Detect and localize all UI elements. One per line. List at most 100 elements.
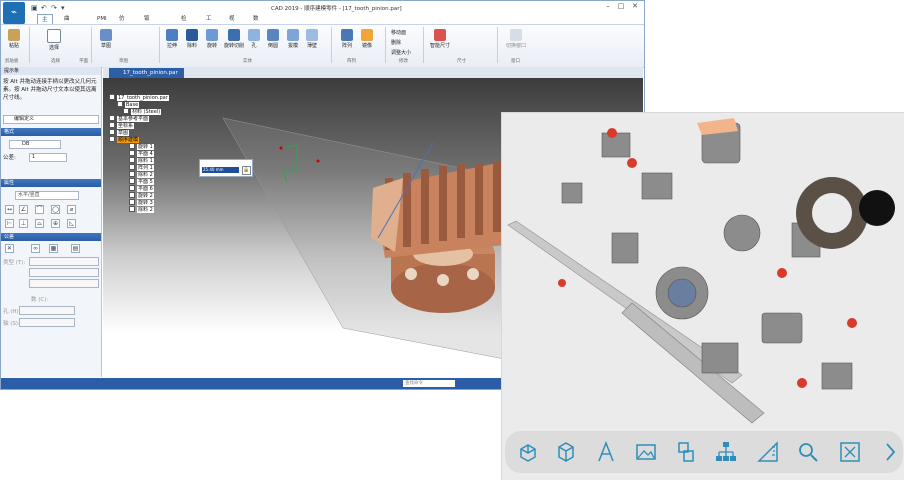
tree-node[interactable]: 除料 1: [129, 157, 154, 164]
edit-definition-bar[interactable]: 编辑定义: [3, 115, 99, 124]
tree-node[interactable]: 顺序建模: [109, 136, 140, 143]
close-button[interactable]: ✕: [630, 2, 640, 12]
hole-select[interactable]: [19, 306, 75, 315]
minimize-button[interactable]: –: [603, 2, 613, 12]
dim-angle-button[interactable]: ∠: [19, 205, 28, 214]
tab-sheetmetal[interactable]: 钣金设计: [144, 14, 150, 52]
dim-coord-button[interactable]: ⊕: [51, 219, 60, 228]
parts-icon[interactable]: [673, 439, 699, 465]
extrude-button[interactable]: 拉伸: [163, 29, 181, 49]
tree-node[interactable]: 17_tooth_pinion.par: [109, 94, 169, 101]
cube-explode-icon[interactable]: [515, 439, 541, 465]
thin-wall-button[interactable]: 薄壁: [304, 29, 320, 49]
tab-data-management[interactable]: 数据管理: [253, 14, 259, 52]
move-face-button[interactable]: 移动面: [391, 29, 417, 36]
ribbon-separator: [91, 27, 92, 63]
axis-select[interactable]: [19, 318, 75, 327]
dim-style-button[interactable]: ↔: [5, 205, 14, 214]
dim-arc-button[interactable]: ⌓: [35, 219, 44, 228]
app-logo-icon[interactable]: ⌁: [3, 2, 25, 24]
fit-icon[interactable]: [837, 439, 863, 465]
command-search-input[interactable]: 查找命令: [403, 380, 455, 387]
paste-button[interactable]: 粘贴: [5, 29, 23, 49]
tab-pmi[interactable]: PMI: [97, 14, 107, 24]
hole-button[interactable]: 孔: [247, 29, 261, 49]
extrude-icon: [166, 29, 178, 41]
revolve-icon: [206, 29, 218, 41]
image-icon[interactable]: [633, 439, 659, 465]
select-button[interactable]: 选择: [45, 29, 63, 51]
type-field[interactable]: [29, 268, 99, 277]
undo-icon[interactable]: ↶: [41, 4, 47, 12]
tab-tools[interactable]: 工具: [206, 14, 212, 32]
box-icon[interactable]: [553, 439, 579, 465]
resize-button[interactable]: 调整大小: [391, 49, 421, 56]
tree-node[interactable]: 平面 5: [129, 178, 154, 185]
measure-icon[interactable]: [755, 439, 781, 465]
tree-node[interactable]: 坐标系: [109, 122, 135, 129]
text-icon[interactable]: [593, 439, 619, 465]
redo-icon[interactable]: ↷: [51, 4, 57, 12]
revolve-cut-button[interactable]: 旋转切削: [223, 29, 245, 49]
exploded-assembly-viewer[interactable]: [501, 112, 904, 480]
dim-chamfer-button[interactable]: ◺: [67, 219, 76, 228]
layout-button[interactable]: ▤: [71, 244, 80, 253]
tree-node[interactable]: 旋转 2: [129, 192, 154, 199]
dimension-value-input[interactable]: 25.40 mm: [202, 167, 239, 173]
type-select[interactable]: [29, 257, 99, 266]
tree-node[interactable]: 草图: [109, 129, 130, 136]
tab-surfacing[interactable]: 曲面处理: [64, 14, 70, 52]
value-field[interactable]: [29, 279, 99, 288]
tree-node[interactable]: Base: [117, 101, 140, 108]
tab-view[interactable]: 视图: [229, 14, 235, 32]
tree-node[interactable]: 平面 6: [129, 185, 154, 192]
tab-simulation[interactable]: 仿真: [119, 14, 125, 32]
dimension-edit-box[interactable]: 25.40 mm 🔒: [199, 159, 253, 177]
ribbon-separator: [29, 27, 30, 63]
maximize-button[interactable]: □: [616, 2, 626, 12]
tree-node[interactable]: 旋转 3: [129, 199, 154, 206]
mirror-button[interactable]: 镜像: [359, 29, 375, 49]
orientation-select[interactable]: 水平/竖直: [15, 191, 79, 200]
hint-text: 按 Alt 并拖动连接手柄以更改父几何元素。按 Alt 并拖动尺寸文本以使其远离…: [3, 79, 97, 101]
dim-chain-button[interactable]: ⊢: [5, 219, 14, 228]
pattern-button[interactable]: 阵列: [339, 29, 355, 49]
document-tab[interactable]: 17_tooth_pinion.par: [109, 68, 184, 78]
tolerance-header[interactable]: 公差: [1, 233, 101, 241]
group-label-window: 窗口: [511, 59, 520, 64]
clear-button[interactable]: ✕: [5, 244, 14, 253]
tree-node[interactable]: 平面 4: [129, 150, 154, 157]
lock-icon[interactable]: 🔒: [242, 166, 251, 175]
tree-node[interactable]: 基本参考平面: [109, 115, 150, 122]
next-icon[interactable]: [877, 439, 903, 465]
engine-exploded-model[interactable]: [502, 113, 904, 431]
sketch-button[interactable]: 草图: [97, 29, 115, 49]
tree-node[interactable]: 旋转 1: [129, 143, 154, 150]
zoom-icon[interactable]: [795, 439, 821, 465]
tab-inspect[interactable]: 检查: [181, 14, 187, 32]
dim-circle-button[interactable]: ◯: [51, 205, 60, 214]
dim-symmetric-button[interactable]: ⊥: [19, 219, 28, 228]
tolerance-select[interactable]: 1: [29, 153, 67, 162]
format-select[interactable]: DB: [9, 140, 61, 149]
tree-node[interactable]: 除料 2: [129, 171, 154, 178]
delete-button[interactable]: 删除: [391, 39, 417, 46]
draft-button[interactable]: 拔模: [285, 29, 301, 49]
dim-diameter-button[interactable]: ⌀: [67, 205, 76, 214]
dim-radius-button[interactable]: ⌒: [35, 205, 44, 214]
switch-window-button[interactable]: 切换窗口: [503, 29, 529, 49]
smart-dimension-button[interactable]: 智能尺寸: [427, 29, 453, 49]
link-button[interactable]: ∞: [31, 244, 40, 253]
properties-header[interactable]: 属性: [1, 179, 101, 187]
tree-node[interactable]: 材料 (Steel): [123, 108, 162, 115]
table-button[interactable]: ▦: [49, 244, 58, 253]
tree-node[interactable]: 除料 2: [129, 206, 154, 213]
round-button[interactable]: 倒圆: [265, 29, 281, 49]
format-header[interactable]: 格式: [1, 128, 101, 136]
revolve-button[interactable]: 旋转: [203, 29, 221, 49]
cut-button[interactable]: 除料: [183, 29, 201, 49]
tree-node[interactable]: 阵列 1: [129, 164, 154, 171]
quick-access-more-icon[interactable]: ▾: [61, 4, 65, 12]
save-icon[interactable]: ▣: [31, 4, 38, 12]
tree-icon[interactable]: [713, 439, 739, 465]
